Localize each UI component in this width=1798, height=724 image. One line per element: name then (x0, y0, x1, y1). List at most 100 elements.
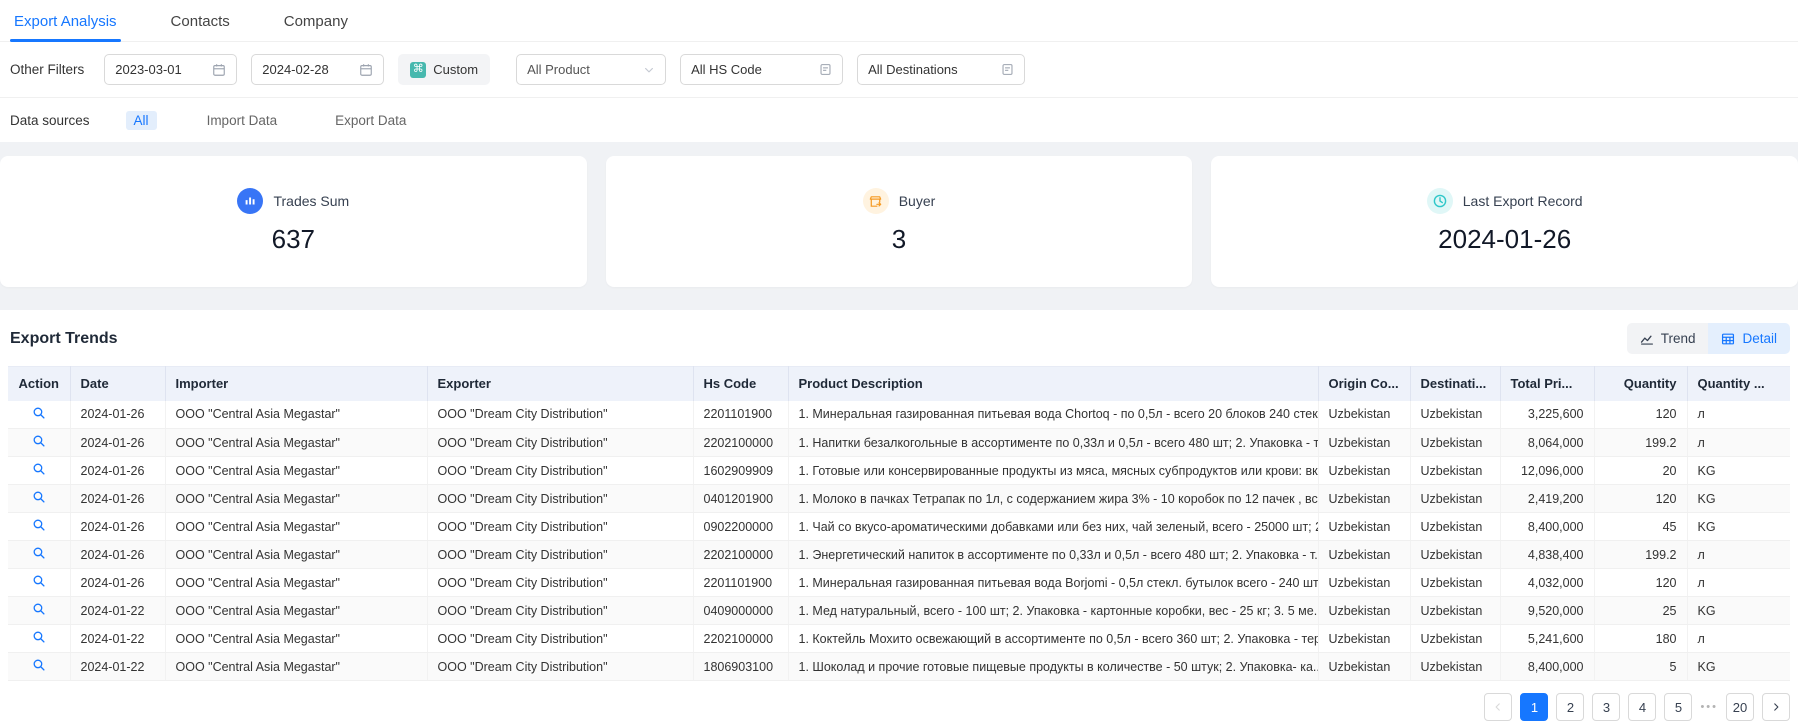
view-detail-button[interactable] (8, 429, 70, 457)
previous-page-button[interactable] (1484, 693, 1512, 721)
cell-destination: Uzbekistan (1410, 653, 1500, 681)
table-row: 2024-01-26OOO "Central Asia Megastar"OOO… (8, 541, 1790, 569)
cell-description: 1. Готовые или консервированные продукты… (788, 457, 1318, 485)
view-detail-button[interactable] (8, 597, 70, 625)
custom-label: Custom (433, 62, 478, 77)
cell-total-price: 8,400,000 (1500, 513, 1594, 541)
shop-icon (863, 188, 889, 214)
cell-hs-code: 2201101900 (693, 401, 788, 429)
cell-destination: Uzbekistan (1410, 569, 1500, 597)
cell-quantity-unit: KG (1687, 597, 1790, 625)
data-sources-bar: Data sources All Import Data Export Data (0, 98, 1798, 142)
page-button-2[interactable]: 2 (1556, 693, 1584, 721)
custom-range-button[interactable]: ⌘ Custom (398, 54, 490, 85)
cell-origin: Uzbekistan (1318, 513, 1410, 541)
destinations-value: All Destinations (868, 62, 958, 77)
cell-quantity: 120 (1594, 401, 1687, 429)
cell-date: 2024-01-22 (70, 625, 165, 653)
destinations-select[interactable]: All Destinations (857, 54, 1025, 85)
search-icon (32, 661, 46, 675)
page-button-4[interactable]: 4 (1628, 693, 1656, 721)
table-icon (1721, 332, 1735, 346)
cell-quantity-unit: KG (1687, 457, 1790, 485)
page-button-5[interactable]: 5 (1664, 693, 1692, 721)
cell-exporter: OOO "Dream City Distribution" (427, 541, 693, 569)
view-detail-button[interactable] (8, 513, 70, 541)
source-export-data[interactable]: Export Data (327, 111, 414, 130)
tab-export-analysis[interactable]: Export Analysis (10, 3, 121, 41)
hs-code-select[interactable]: All HS Code (680, 54, 843, 85)
column-header-importer: Importer (165, 367, 427, 401)
cell-description: 1. Молоко в пачках Тетрапак по 1л, с сод… (788, 485, 1318, 513)
cell-destination: Uzbekistan (1410, 485, 1500, 513)
source-import-data[interactable]: Import Data (199, 111, 286, 130)
cell-hs-code: 0409000000 (693, 597, 788, 625)
date-from-input[interactable]: 2023-03-01 (104, 54, 237, 85)
cell-hs-code: 1806903100 (693, 653, 788, 681)
list-document-icon (1001, 63, 1014, 76)
cell-destination: Uzbekistan (1410, 513, 1500, 541)
cell-date: 2024-01-26 (70, 457, 165, 485)
cell-total-price: 3,225,600 (1500, 401, 1594, 429)
page-button-20[interactable]: 20 (1726, 693, 1754, 721)
cell-exporter: OOO "Dream City Distribution" (427, 625, 693, 653)
cell-date: 2024-01-26 (70, 541, 165, 569)
search-icon (32, 605, 46, 619)
cell-total-price: 8,064,000 (1500, 429, 1594, 457)
cell-date: 2024-01-22 (70, 653, 165, 681)
stats-band: Trades Sum 637 Buyer 3 Last Export Recor… (0, 142, 1798, 310)
cell-destination: Uzbekistan (1410, 429, 1500, 457)
tab-contacts[interactable]: Contacts (167, 3, 234, 41)
cell-importer: OOO "Central Asia Megastar" (165, 541, 427, 569)
next-page-button[interactable] (1762, 693, 1790, 721)
trend-view-button[interactable]: Trend (1627, 323, 1709, 354)
cell-exporter: OOO "Dream City Distribution" (427, 401, 693, 429)
product-select[interactable]: All Product (516, 54, 666, 85)
cell-importer: OOO "Central Asia Megastar" (165, 429, 427, 457)
table-row: 2024-01-26OOO "Central Asia Megastar"OOO… (8, 569, 1790, 597)
cell-date: 2024-01-26 (70, 485, 165, 513)
page-ellipsis[interactable]: ••• (1700, 701, 1718, 713)
cell-quantity: 5 (1594, 653, 1687, 681)
cell-exporter: OOO "Dream City Distribution" (427, 597, 693, 625)
cell-destination: Uzbekistan (1410, 457, 1500, 485)
view-toggle: Trend Detail (1627, 323, 1790, 354)
cell-origin: Uzbekistan (1318, 485, 1410, 513)
tab-company[interactable]: Company (280, 3, 352, 41)
cell-description: 1. Минеральная газированная питьевая вод… (788, 569, 1318, 597)
date-to-input[interactable]: 2024-02-28 (251, 54, 384, 85)
cell-date: 2024-01-26 (70, 513, 165, 541)
view-detail-button[interactable] (8, 569, 70, 597)
filter-bar: Other Filters 2023-03-01 2024-02-28 ⌘ Cu… (0, 42, 1798, 98)
page-button-1[interactable]: 1 (1520, 693, 1548, 721)
source-all[interactable]: All (126, 111, 157, 130)
cell-origin: Uzbekistan (1318, 653, 1410, 681)
detail-view-button[interactable]: Detail (1708, 323, 1790, 354)
column-header-action: Action (8, 367, 70, 401)
trades-sum-card: Trades Sum 637 (0, 156, 587, 287)
hs-code-value: All HS Code (691, 62, 762, 77)
cell-description: 1. Коктейль Мохито освежающий в ассортим… (788, 625, 1318, 653)
column-header-date: Date (70, 367, 165, 401)
view-detail-button[interactable] (8, 457, 70, 485)
buyer-card: Buyer 3 (606, 156, 1193, 287)
cell-exporter: OOO "Dream City Distribution" (427, 457, 693, 485)
cell-origin: Uzbekistan (1318, 541, 1410, 569)
column-header-destination: Destinati... (1410, 367, 1500, 401)
trades-sum-value: 637 (272, 224, 315, 255)
cell-quantity: 45 (1594, 513, 1687, 541)
command-icon: ⌘ (410, 62, 426, 78)
view-detail-button[interactable] (8, 653, 70, 681)
view-detail-button[interactable] (8, 485, 70, 513)
date-from-value: 2023-03-01 (115, 62, 182, 77)
search-icon (32, 465, 46, 479)
calendar-icon (212, 63, 226, 77)
table-row: 2024-01-26OOO "Central Asia Megastar"OOO… (8, 401, 1790, 429)
view-detail-button[interactable] (8, 625, 70, 653)
view-detail-button[interactable] (8, 541, 70, 569)
cell-total-price: 8,400,000 (1500, 653, 1594, 681)
page-button-3[interactable]: 3 (1592, 693, 1620, 721)
view-detail-button[interactable] (8, 401, 70, 429)
pagination: 1 2 3 4 5 ••• 20 (0, 681, 1798, 721)
cell-total-price: 9,520,000 (1500, 597, 1594, 625)
